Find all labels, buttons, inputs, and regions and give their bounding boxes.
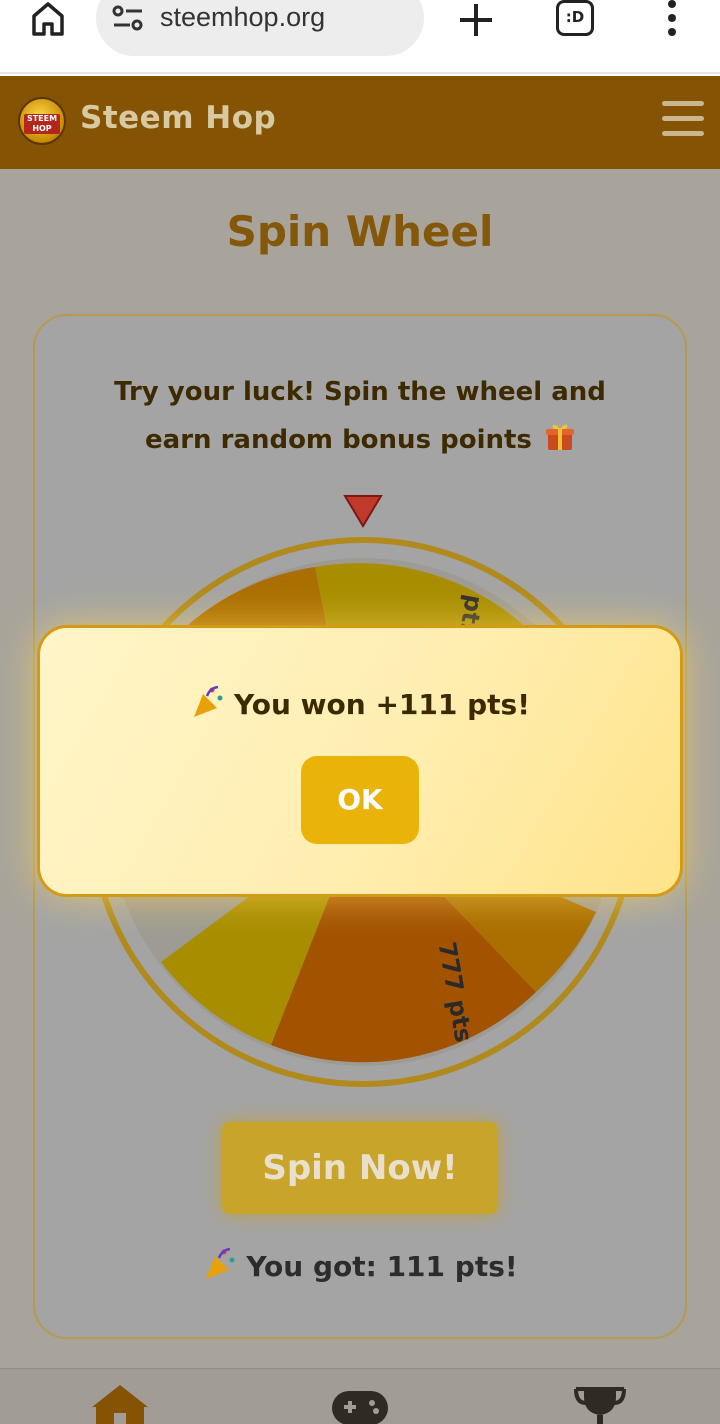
browser-toolbar: steemhop.org :D (0, 0, 720, 74)
ok-button[interactable]: OK (301, 756, 419, 844)
address-bar[interactable]: steemhop.org (96, 0, 424, 56)
new-tab-icon[interactable] (458, 2, 494, 38)
url-text: steemhop.org (160, 2, 326, 32)
result-text: You got: 111 pts! (246, 1250, 518, 1283)
modal-message-text: You won +111 pts! (234, 688, 530, 721)
spin-result: You got: 111 pts! (35, 1246, 685, 1283)
nav-leaderboard-icon[interactable] (570, 1383, 630, 1424)
bottom-nav (0, 1368, 720, 1424)
nav-home-icon[interactable] (90, 1383, 150, 1424)
party-popper-icon (194, 685, 223, 717)
app-title[interactable]: Steem Hop (80, 100, 276, 136)
intro-text: Try your luck! Spin the wheel and earn r… (95, 368, 625, 464)
win-modal: You won +111 pts! OK (37, 625, 683, 897)
logo-text: STEEM HOP (24, 114, 60, 134)
page-title: Spin Wheel (226, 207, 494, 256)
party-popper-icon (206, 1247, 235, 1279)
tab-switcher-button[interactable]: :D (556, 0, 594, 36)
home-icon[interactable] (28, 0, 68, 38)
gift-icon (545, 424, 574, 450)
modal-message: You won +111 pts! (40, 684, 680, 721)
site-settings-icon[interactable] (112, 4, 144, 32)
intro-label: Try your luck! Spin the wheel and earn r… (114, 377, 606, 455)
menu-icon[interactable] (662, 101, 704, 137)
spin-now-button[interactable]: Spin Now! (222, 1122, 498, 1214)
app-header: STEEM HOP Steem Hop (0, 76, 720, 169)
steem-hop-logo[interactable]: STEEM HOP (18, 97, 66, 145)
nav-games-icon[interactable] (330, 1383, 390, 1424)
wheel-pointer-icon (343, 495, 383, 528)
more-options-icon[interactable] (664, 0, 680, 40)
